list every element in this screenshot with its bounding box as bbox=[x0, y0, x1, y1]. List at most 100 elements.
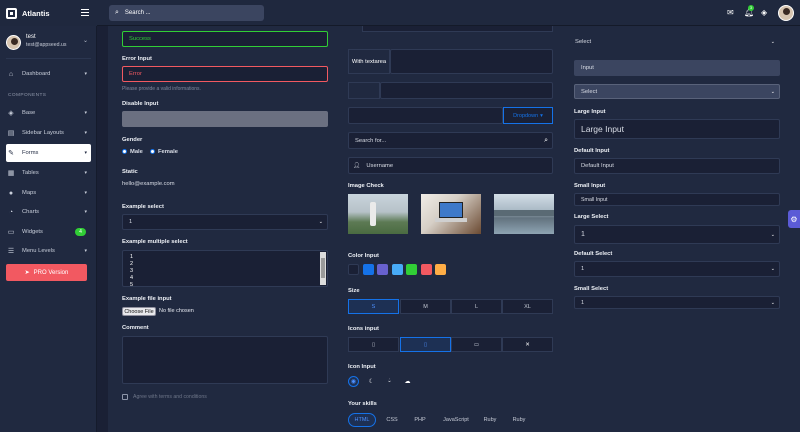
radio-button[interactable] bbox=[150, 149, 155, 154]
disabled-input bbox=[122, 111, 328, 127]
image-check-golf[interactable] bbox=[348, 194, 408, 234]
color-swatch-primary[interactable] bbox=[363, 264, 374, 275]
select-option[interactable]: 2 bbox=[130, 261, 133, 267]
chevron-down-icon: ▾ bbox=[84, 248, 87, 254]
icon-option-tablet[interactable]: ▯ bbox=[400, 337, 451, 352]
skill-javascript[interactable]: JavaScript bbox=[436, 413, 476, 427]
select-option[interactable]: 1 bbox=[130, 254, 133, 260]
sidebar-item-forms[interactable]: ✎ Forms ▾ bbox=[6, 144, 91, 162]
chevron-down-icon: ▾ bbox=[84, 170, 87, 176]
agree-checkbox[interactable] bbox=[122, 394, 128, 400]
search-for-input[interactable]: Search for... ⌕ bbox=[348, 132, 553, 149]
error-input[interactable]: Error bbox=[122, 66, 328, 82]
icon-option-mobile[interactable]: ▯ bbox=[348, 337, 399, 352]
chevron-down-icon: ⌄ bbox=[770, 231, 775, 238]
gender-radio-female[interactable]: Female bbox=[150, 149, 178, 155]
search-icon[interactable]: ⌕ bbox=[115, 9, 119, 17]
large-input[interactable]: Large Input bbox=[574, 119, 780, 139]
chevron-down-icon[interactable]: ⌄ bbox=[83, 37, 88, 44]
addon-input[interactable] bbox=[380, 82, 553, 99]
icon-input-sun[interactable]: ◉ bbox=[348, 376, 359, 387]
default-input[interactable]: Default Input bbox=[574, 158, 780, 174]
scrollbar[interactable] bbox=[320, 252, 326, 285]
dropdown-button[interactable]: Dropdown ▾ bbox=[503, 107, 553, 124]
comment-textarea[interactable] bbox=[122, 336, 328, 384]
image-check-lake[interactable] bbox=[494, 194, 554, 234]
large-select[interactable]: 1 ⌄ bbox=[574, 225, 780, 244]
sidebar-item-dashboard[interactable]: ⌂ Dashboard ▾ bbox=[6, 65, 91, 83]
default-select[interactable]: 1 ⌄ bbox=[574, 261, 780, 277]
chevron-down-icon: ▾ bbox=[84, 110, 87, 116]
scrollbar-thumb[interactable] bbox=[321, 258, 325, 278]
chevron-down-icon: ▾ bbox=[84, 130, 87, 136]
success-input[interactable]: Success bbox=[122, 31, 328, 47]
skill-ruby[interactable]: Ruby bbox=[478, 413, 502, 427]
input-group-top[interactable] bbox=[362, 26, 553, 32]
size-option-m[interactable]: M bbox=[400, 299, 451, 314]
sidebar-item-charts[interactable]: ◔ Charts ▾ bbox=[6, 203, 91, 221]
small-select[interactable]: 1 ⌄ bbox=[574, 296, 780, 309]
color-swatch-info[interactable] bbox=[392, 264, 403, 275]
size-option-xl[interactable]: XL bbox=[502, 299, 553, 314]
envelope-icon[interactable]: ✉ bbox=[727, 8, 734, 17]
multiple-select[interactable]: 1 2 3 4 5 bbox=[122, 250, 328, 287]
search-bar[interactable]: ⌕ Search ... bbox=[109, 5, 264, 21]
small-input[interactable]: Small Input bbox=[574, 193, 780, 206]
sidebar-item-tables[interactable]: ▦ Tables ▾ bbox=[6, 164, 91, 182]
skill-ruby-2[interactable]: Ruby bbox=[506, 413, 532, 427]
sidebar-item-sidebar-layouts[interactable]: ▤ Sidebar Layouts ▾ bbox=[6, 124, 91, 142]
skill-html[interactable]: HTML bbox=[348, 413, 376, 427]
settings-gear-icon[interactable]: ⚙ bbox=[788, 210, 800, 228]
user-panel[interactable]: test test@appseed.us ⌄ bbox=[6, 33, 92, 55]
select-top[interactable]: Select ⌄ bbox=[574, 34, 780, 50]
header-avatar[interactable] bbox=[778, 5, 794, 21]
color-swatch-dark[interactable] bbox=[348, 264, 359, 275]
layers-icon[interactable]: ◈ bbox=[761, 8, 767, 17]
search-input[interactable]: Search ... bbox=[125, 10, 151, 16]
chart-icon: ◔ bbox=[8, 208, 14, 216]
static-label: Static bbox=[122, 169, 138, 175]
icon-input-drop[interactable]: 💧︎ bbox=[384, 376, 395, 387]
search-icon[interactable]: ⌕ bbox=[544, 137, 548, 145]
select-value: Select bbox=[575, 39, 592, 45]
color-swatch-purple[interactable] bbox=[377, 264, 388, 275]
plain-select[interactable]: Select ⌄ bbox=[574, 84, 780, 99]
image-check-laptop[interactable] bbox=[421, 194, 481, 234]
sidebar-item-label: Forms bbox=[22, 150, 39, 156]
radio-button[interactable] bbox=[122, 149, 127, 154]
sidebar-item-widgets[interactable]: ▭ Widgets 4 bbox=[6, 223, 91, 241]
sidebar-item-menu-levels[interactable]: ☰ Menu Levels ▾ bbox=[6, 242, 91, 260]
select-option[interactable]: 5 bbox=[130, 282, 133, 286]
gender-label: Gender bbox=[122, 137, 143, 143]
color-swatch-danger[interactable] bbox=[421, 264, 432, 275]
pro-version-button[interactable]: ➤ PRO Version bbox=[6, 264, 87, 281]
skill-css[interactable]: CSS bbox=[380, 413, 404, 427]
size-option-l[interactable]: L bbox=[451, 299, 502, 314]
icons-input-label: Icons input bbox=[348, 326, 379, 332]
chevron-down-icon: ⌄ bbox=[770, 39, 775, 45]
user-name: test bbox=[26, 34, 36, 40]
menu-toggle-icon[interactable] bbox=[81, 9, 89, 16]
plain-input[interactable]: Input bbox=[574, 60, 780, 76]
size-option-s[interactable]: S bbox=[348, 299, 399, 314]
example-select[interactable]: 1 ⌄ bbox=[122, 214, 328, 230]
select-option[interactable]: 4 bbox=[130, 275, 133, 281]
divider bbox=[6, 58, 91, 59]
gender-radio-male[interactable]: Male bbox=[122, 149, 143, 155]
username-placeholder: Username bbox=[366, 162, 394, 169]
icon-input-moon[interactable]: ☾ bbox=[366, 376, 377, 387]
color-swatch-warning[interactable] bbox=[435, 264, 446, 275]
choose-file-button[interactable]: Choose File bbox=[122, 307, 156, 316]
skill-php[interactable]: PHP bbox=[408, 413, 432, 427]
sidebar-item-maps[interactable]: ● Maps ▾ bbox=[6, 184, 91, 202]
sidebar-item-base[interactable]: ◈ Base ▾ bbox=[6, 104, 91, 122]
icon-input-cloud[interactable]: ☁ bbox=[402, 376, 413, 387]
sidebar-item-label: Dashboard bbox=[22, 71, 51, 77]
icon-option-desktop[interactable]: ▭ bbox=[451, 337, 502, 352]
icon-option-close[interactable]: ✕ bbox=[502, 337, 553, 352]
dropdown-input[interactable] bbox=[348, 107, 503, 124]
addon-textarea[interactable] bbox=[390, 49, 553, 74]
color-swatch-success[interactable] bbox=[406, 264, 417, 275]
select-option[interactable]: 3 bbox=[130, 268, 133, 274]
username-input[interactable]: 👤︎ Username bbox=[348, 157, 553, 174]
